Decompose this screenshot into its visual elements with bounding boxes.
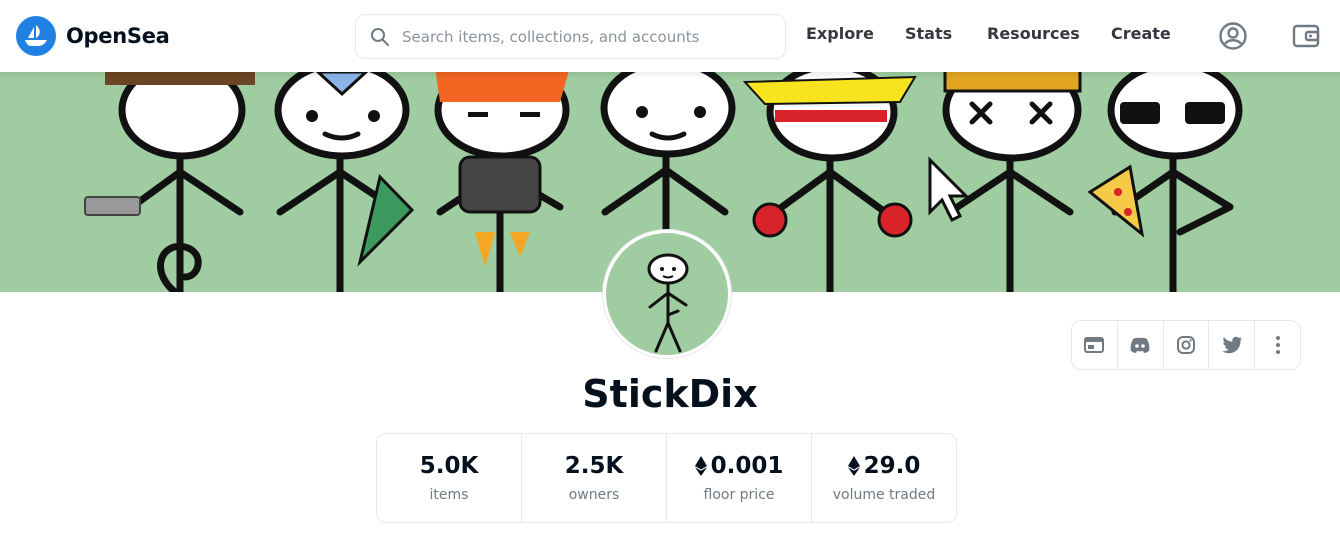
nav-create[interactable]: Create: [1111, 24, 1171, 43]
stat-floor-price-label: floor price: [703, 487, 775, 503]
discord-icon: [1130, 337, 1150, 353]
discord-button[interactable]: [1118, 321, 1164, 369]
twitter-icon: [1222, 336, 1242, 354]
more-options-button[interactable]: [1255, 321, 1300, 369]
search-bar[interactable]: [355, 14, 786, 59]
stat-items-label: items: [429, 487, 469, 503]
more-icon: [1275, 336, 1280, 354]
twitter-button[interactable]: [1209, 321, 1256, 369]
stickfigure-avatar-image: [647, 253, 689, 353]
website-button[interactable]: [1072, 321, 1118, 369]
collection-links: [1071, 320, 1301, 370]
stat-owners[interactable]: 2.5K owners: [522, 434, 667, 522]
stat-owners-value: 2.5K: [564, 453, 624, 479]
stat-volume-traded-label: volume traded: [832, 487, 936, 503]
wallet-icon[interactable]: [1290, 20, 1322, 52]
top-navbar: OpenSea Explore Stats Resources Create: [0, 0, 1340, 72]
account-icon[interactable]: [1217, 20, 1249, 52]
stat-volume-traded-value: 29.0: [863, 453, 921, 479]
ethereum-icon: [847, 456, 860, 476]
stat-volume-row: 29.0: [847, 453, 921, 479]
collection-avatar[interactable]: [603, 230, 731, 358]
ethereum-icon: [694, 456, 707, 476]
nav-resources[interactable]: Resources: [987, 24, 1080, 43]
opensea-logo-icon: [16, 16, 56, 56]
instagram-button[interactable]: [1164, 321, 1210, 369]
stat-owners-label: owners: [568, 487, 620, 503]
stat-floor-price[interactable]: 0.001 floor price: [667, 434, 812, 522]
collection-stats: 5.0K items 2.5K owners 0.001 floor price…: [376, 433, 957, 523]
search-input[interactable]: [402, 27, 762, 46]
collection-title: StickDix: [582, 372, 758, 416]
nav-explore[interactable]: Explore: [806, 24, 874, 43]
website-icon: [1084, 337, 1105, 353]
stat-items-value: 5.0K: [419, 453, 479, 479]
opensea-logo-link[interactable]: OpenSea: [16, 16, 170, 56]
stat-volume-traded[interactable]: 29.0 volume traded: [812, 434, 956, 522]
stat-items[interactable]: 5.0K items: [377, 434, 522, 522]
search-icon: [371, 27, 389, 46]
brand-name: OpenSea: [66, 24, 170, 48]
instagram-icon: [1176, 336, 1195, 354]
stat-floor-price-row: 0.001: [694, 453, 784, 479]
nav-stats[interactable]: Stats: [905, 24, 952, 43]
stat-floor-price-value: 0.001: [710, 453, 784, 479]
